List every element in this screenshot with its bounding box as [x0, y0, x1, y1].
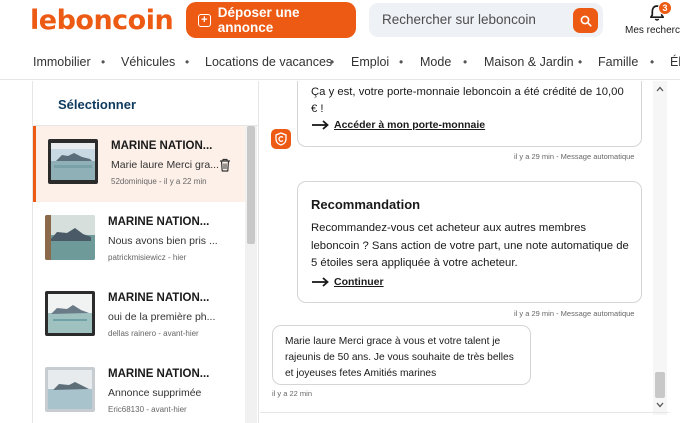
message-text: Marie laure Merci grace à vous et votre … — [285, 336, 514, 379]
logo[interactable]: leboncoin — [30, 5, 174, 36]
compose-divider — [260, 412, 669, 413]
continue-link-label: Continuer — [334, 276, 384, 288]
deposit-ad-button[interactable]: + Déposer une annonce — [186, 2, 356, 38]
nav-separator: • — [650, 55, 655, 69]
chat-thread: Ça y est, votre porte-monnaie leboncoin … — [260, 81, 669, 423]
chevron-down-icon[interactable] — [656, 401, 664, 409]
conversation-title: MARINE NATION... — [111, 140, 213, 152]
conversation-meta: 52dominique - il y a 22 min — [111, 177, 207, 186]
header: leboncoin + Déposer une annonce Recherch… — [0, 0, 680, 44]
message-wallet-credit: Ça y est, votre porte-monnaie leboncoin … — [297, 81, 642, 147]
wallet-link[interactable]: Accéder à mon porte-monnaie — [311, 119, 485, 131]
search-button[interactable] — [573, 8, 598, 33]
chat-scrollbar[interactable] — [653, 81, 667, 415]
search-input[interactable]: Rechercher sur leboncoin — [369, 3, 603, 37]
listing-thumbnail — [45, 215, 95, 260]
scrollbar-thumb[interactable] — [655, 372, 665, 398]
nav-item-mode[interactable]: Mode — [420, 55, 451, 69]
conversation-list-panel: Sélectionner MARINE NATION... Marie laur… — [32, 81, 259, 423]
nav-item-electronique[interactable]: Él — [670, 55, 680, 69]
message-timestamp: il y a 22 min — [272, 389, 313, 398]
shield-icon — [275, 132, 287, 146]
select-title[interactable]: Sélectionner — [58, 97, 136, 112]
arrow-right-icon — [312, 120, 329, 130]
continue-link[interactable]: Continuer — [311, 276, 384, 288]
arrow-right-icon — [312, 277, 329, 287]
nav-item-locations[interactable]: Locations de vacances — [205, 55, 332, 69]
message-text: Recommandez-vous cet acheteur aux autres… — [311, 222, 629, 269]
nav-separator: • — [463, 55, 468, 69]
message-incoming: Marie laure Merci grace à vous et votre … — [272, 325, 531, 385]
nav-separator: • — [330, 55, 335, 69]
listing-thumbnail — [48, 139, 98, 184]
conversation-meta: Eric68130 - avant-hier — [108, 405, 187, 414]
message-text: Ça y est, votre porte-monnaie leboncoin … — [311, 86, 624, 115]
nav-separator: • — [399, 55, 404, 69]
conversation-preview: oui de la première ph... — [108, 311, 216, 323]
scrollbar-thumb[interactable] — [247, 126, 255, 244]
recommendation-title: Recommandation — [311, 197, 421, 212]
nav-item-famille[interactable]: Famille — [598, 55, 638, 69]
leboncoin-avatar — [271, 129, 291, 149]
conversation-title: MARINE NATION... — [108, 216, 210, 228]
conversation-list-scrollbar[interactable] — [245, 126, 257, 423]
conversation-title: MARINE NATION... — [108, 292, 210, 304]
search-icon — [580, 15, 592, 27]
notification-badge: 3 — [658, 1, 672, 15]
search-placeholder: Rechercher sur leboncoin — [382, 12, 536, 27]
nav-item-maison-jardin[interactable]: Maison & Jardin — [484, 55, 574, 69]
category-nav: Immobilier • Véhicules • Locations de va… — [0, 46, 680, 80]
conversation-item[interactable]: MARINE NATION... Nous avons bien pris ..… — [33, 202, 245, 278]
message-timestamp: il y a 29 min - Message automatique — [514, 152, 635, 161]
listing-thumbnail — [45, 291, 95, 336]
plus-icon: + — [198, 13, 211, 27]
conversation-meta: dellas rainero - avant-hier — [108, 329, 199, 338]
nav-separator: • — [101, 55, 106, 69]
nav-item-vehicules[interactable]: Véhicules — [121, 55, 175, 69]
conversation-item[interactable]: MARINE NATION... oui de la première ph..… — [33, 278, 245, 354]
conversation-preview: Marie laure Merci gra... — [111, 159, 219, 171]
listing-thumbnail — [45, 367, 95, 412]
nav-item-emploi[interactable]: Emploi — [351, 55, 389, 69]
conversation-item[interactable]: MARINE NATION... Marie laure Merci gra..… — [33, 126, 245, 202]
trash-icon[interactable] — [219, 158, 231, 172]
nav-separator: • — [185, 55, 190, 69]
wallet-link-label: Accéder à mon porte-monnaie — [334, 119, 486, 131]
conversation-item[interactable]: MARINE NATION... Annonce supprimée Eric6… — [33, 354, 245, 423]
nav-separator: • — [578, 55, 583, 69]
nav-item-immobilier[interactable]: Immobilier — [33, 55, 91, 69]
deposit-ad-label: Déposer une annonce — [217, 5, 300, 35]
conversation-title: MARINE NATION... — [108, 368, 210, 380]
conversation-preview: Annonce supprimée — [108, 387, 202, 399]
chevron-up-icon[interactable] — [656, 85, 664, 93]
saved-searches-link[interactable]: Mes recherch — [625, 25, 680, 36]
conversation-meta: patrickmisiewicz - hier — [108, 253, 187, 262]
conversation-preview: Nous avons bien pris ... — [108, 235, 218, 247]
message-recommendation: Recommandation Recommandez-vous cet ache… — [297, 181, 642, 303]
message-timestamp: il y a 29 min - Message automatique — [514, 309, 635, 318]
